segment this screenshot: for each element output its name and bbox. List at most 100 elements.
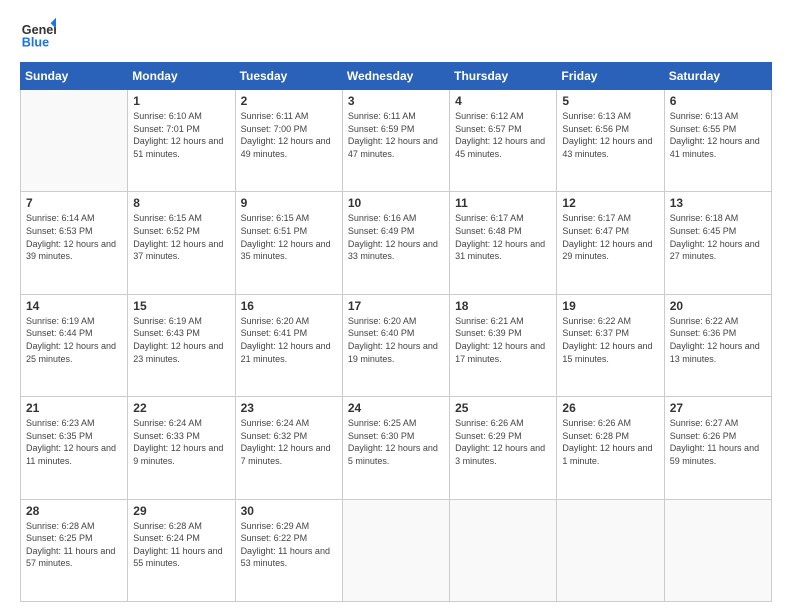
day-number: 5 xyxy=(562,94,658,108)
day-number: 29 xyxy=(133,504,229,518)
calendar-cell: 20 Sunrise: 6:22 AMSunset: 6:36 PMDayligh… xyxy=(664,294,771,396)
calendar-cell: 18 Sunrise: 6:21 AMSunset: 6:39 PMDayligh… xyxy=(450,294,557,396)
calendar-cell xyxy=(21,90,128,192)
day-number: 19 xyxy=(562,299,658,313)
day-info: Sunrise: 6:14 AMSunset: 6:53 PMDaylight:… xyxy=(26,212,122,262)
calendar-cell: 15 Sunrise: 6:19 AMSunset: 6:43 PMDayligh… xyxy=(128,294,235,396)
day-number: 1 xyxy=(133,94,229,108)
day-number: 2 xyxy=(241,94,337,108)
calendar-cell: 16 Sunrise: 6:20 AMSunset: 6:41 PMDayligh… xyxy=(235,294,342,396)
week-row-2: 7 Sunrise: 6:14 AMSunset: 6:53 PMDaylight… xyxy=(21,192,772,294)
day-number: 18 xyxy=(455,299,551,313)
calendar-cell: 6Sunrise: 6:13 AMSunset: 6:55 PMDaylight… xyxy=(664,90,771,192)
calendar-cell: 7 Sunrise: 6:14 AMSunset: 6:53 PMDaylight… xyxy=(21,192,128,294)
day-info: Sunrise: 6:13 AMSunset: 6:55 PMDaylight:… xyxy=(670,110,766,160)
day-info: Sunrise: 6:21 AMSunset: 6:39 PMDaylight:… xyxy=(455,315,551,365)
col-header-sunday: Sunday xyxy=(21,63,128,90)
day-info: Sunrise: 6:19 AMSunset: 6:44 PMDaylight:… xyxy=(26,315,122,365)
svg-text:Blue: Blue xyxy=(22,36,49,50)
day-number: 23 xyxy=(241,401,337,415)
day-info: Sunrise: 6:15 AMSunset: 6:52 PMDaylight:… xyxy=(133,212,229,262)
day-info: Sunrise: 6:27 AMSunset: 6:26 PMDaylight:… xyxy=(670,417,766,467)
day-number: 22 xyxy=(133,401,229,415)
page: General Blue SundayMondayTuesdayWednesda… xyxy=(0,0,792,612)
calendar-cell xyxy=(557,499,664,601)
day-number: 15 xyxy=(133,299,229,313)
week-row-4: 21 Sunrise: 6:23 AMSunset: 6:35 PMDayligh… xyxy=(21,397,772,499)
calendar-cell: 2Sunrise: 6:11 AMSunset: 7:00 PMDaylight… xyxy=(235,90,342,192)
calendar-cell xyxy=(664,499,771,601)
day-info: Sunrise: 6:23 AMSunset: 6:35 PMDaylight:… xyxy=(26,417,122,467)
day-number: 11 xyxy=(455,196,551,210)
calendar-cell: 4 Sunrise: 6:12 AMSunset: 6:57 PMDaylight… xyxy=(450,90,557,192)
week-row-1: 1Sunrise: 6:10 AMSunset: 7:01 PMDaylight… xyxy=(21,90,772,192)
day-info: Sunrise: 6:17 AMSunset: 6:47 PMDaylight:… xyxy=(562,212,658,262)
calendar-cell: 24 Sunrise: 6:25 AMSunset: 6:30 PMDayligh… xyxy=(342,397,449,499)
day-info: Sunrise: 6:17 AMSunset: 6:48 PMDaylight:… xyxy=(455,212,551,262)
day-info: Sunrise: 6:20 AMSunset: 6:41 PMDaylight:… xyxy=(241,315,337,365)
calendar-cell: 30 Sunrise: 6:29 AMSunset: 6:22 PMDayligh… xyxy=(235,499,342,601)
col-header-wednesday: Wednesday xyxy=(342,63,449,90)
calendar-cell: 22 Sunrise: 6:24 AMSunset: 6:33 PMDayligh… xyxy=(128,397,235,499)
calendar-cell: 29 Sunrise: 6:28 AMSunset: 6:24 PMDayligh… xyxy=(128,499,235,601)
calendar-cell: 14 Sunrise: 6:19 AMSunset: 6:44 PMDayligh… xyxy=(21,294,128,396)
calendar-table: SundayMondayTuesdayWednesdayThursdayFrid… xyxy=(20,62,772,602)
logo: General Blue xyxy=(20,16,56,52)
calendar-cell: 5 Sunrise: 6:13 AMSunset: 6:56 PMDaylight… xyxy=(557,90,664,192)
day-info: Sunrise: 6:22 AMSunset: 6:37 PMDaylight:… xyxy=(562,315,658,365)
col-header-thursday: Thursday xyxy=(450,63,557,90)
day-info: Sunrise: 6:29 AMSunset: 6:22 PMDaylight:… xyxy=(241,520,337,570)
calendar-cell: 10 Sunrise: 6:16 AMSunset: 6:49 PMDayligh… xyxy=(342,192,449,294)
day-info: Sunrise: 6:28 AMSunset: 6:24 PMDaylight:… xyxy=(133,520,229,570)
calendar-cell: 9Sunrise: 6:15 AMSunset: 6:51 PMDaylight… xyxy=(235,192,342,294)
day-number: 10 xyxy=(348,196,444,210)
day-info: Sunrise: 6:26 AMSunset: 6:28 PMDaylight:… xyxy=(562,417,658,467)
calendar-cell xyxy=(450,499,557,601)
day-info: Sunrise: 6:12 AMSunset: 6:57 PMDaylight:… xyxy=(455,110,551,160)
day-info: Sunrise: 6:20 AMSunset: 6:40 PMDaylight:… xyxy=(348,315,444,365)
calendar-header-row: SundayMondayTuesdayWednesdayThursdayFrid… xyxy=(21,63,772,90)
col-header-friday: Friday xyxy=(557,63,664,90)
day-number: 9 xyxy=(241,196,337,210)
day-number: 14 xyxy=(26,299,122,313)
day-info: Sunrise: 6:26 AMSunset: 6:29 PMDaylight:… xyxy=(455,417,551,467)
day-number: 30 xyxy=(241,504,337,518)
day-number: 4 xyxy=(455,94,551,108)
calendar-cell: 26 Sunrise: 6:26 AMSunset: 6:28 PMDayligh… xyxy=(557,397,664,499)
calendar-cell: 12 Sunrise: 6:17 AMSunset: 6:47 PMDayligh… xyxy=(557,192,664,294)
col-header-tuesday: Tuesday xyxy=(235,63,342,90)
day-number: 24 xyxy=(348,401,444,415)
day-number: 7 xyxy=(26,196,122,210)
calendar-cell: 1Sunrise: 6:10 AMSunset: 7:01 PMDaylight… xyxy=(128,90,235,192)
day-info: Sunrise: 6:25 AMSunset: 6:30 PMDaylight:… xyxy=(348,417,444,467)
day-number: 17 xyxy=(348,299,444,313)
day-info: Sunrise: 6:24 AMSunset: 6:33 PMDaylight:… xyxy=(133,417,229,467)
day-number: 20 xyxy=(670,299,766,313)
day-info: Sunrise: 6:22 AMSunset: 6:36 PMDaylight:… xyxy=(670,315,766,365)
week-row-5: 28 Sunrise: 6:28 AMSunset: 6:25 PMDayligh… xyxy=(21,499,772,601)
day-number: 28 xyxy=(26,504,122,518)
col-header-saturday: Saturday xyxy=(664,63,771,90)
day-info: Sunrise: 6:24 AMSunset: 6:32 PMDaylight:… xyxy=(241,417,337,467)
day-number: 16 xyxy=(241,299,337,313)
calendar-cell: 23 Sunrise: 6:24 AMSunset: 6:32 PMDayligh… xyxy=(235,397,342,499)
week-row-3: 14 Sunrise: 6:19 AMSunset: 6:44 PMDayligh… xyxy=(21,294,772,396)
day-info: Sunrise: 6:11 AMSunset: 6:59 PMDaylight:… xyxy=(348,110,444,160)
day-info: Sunrise: 6:19 AMSunset: 6:43 PMDaylight:… xyxy=(133,315,229,365)
calendar-cell: 21 Sunrise: 6:23 AMSunset: 6:35 PMDayligh… xyxy=(21,397,128,499)
day-number: 26 xyxy=(562,401,658,415)
day-info: Sunrise: 6:16 AMSunset: 6:49 PMDaylight:… xyxy=(348,212,444,262)
header: General Blue xyxy=(20,16,772,52)
calendar-cell: 3 Sunrise: 6:11 AMSunset: 6:59 PMDaylight… xyxy=(342,90,449,192)
logo-icon: General Blue xyxy=(20,16,56,52)
calendar-cell: 17 Sunrise: 6:20 AMSunset: 6:40 PMDayligh… xyxy=(342,294,449,396)
calendar-cell: 28 Sunrise: 6:28 AMSunset: 6:25 PMDayligh… xyxy=(21,499,128,601)
day-info: Sunrise: 6:13 AMSunset: 6:56 PMDaylight:… xyxy=(562,110,658,160)
day-number: 27 xyxy=(670,401,766,415)
day-info: Sunrise: 6:28 AMSunset: 6:25 PMDaylight:… xyxy=(26,520,122,570)
day-number: 25 xyxy=(455,401,551,415)
day-number: 21 xyxy=(26,401,122,415)
calendar-cell: 13Sunrise: 6:18 AMSunset: 6:45 PMDayligh… xyxy=(664,192,771,294)
day-number: 3 xyxy=(348,94,444,108)
day-number: 12 xyxy=(562,196,658,210)
